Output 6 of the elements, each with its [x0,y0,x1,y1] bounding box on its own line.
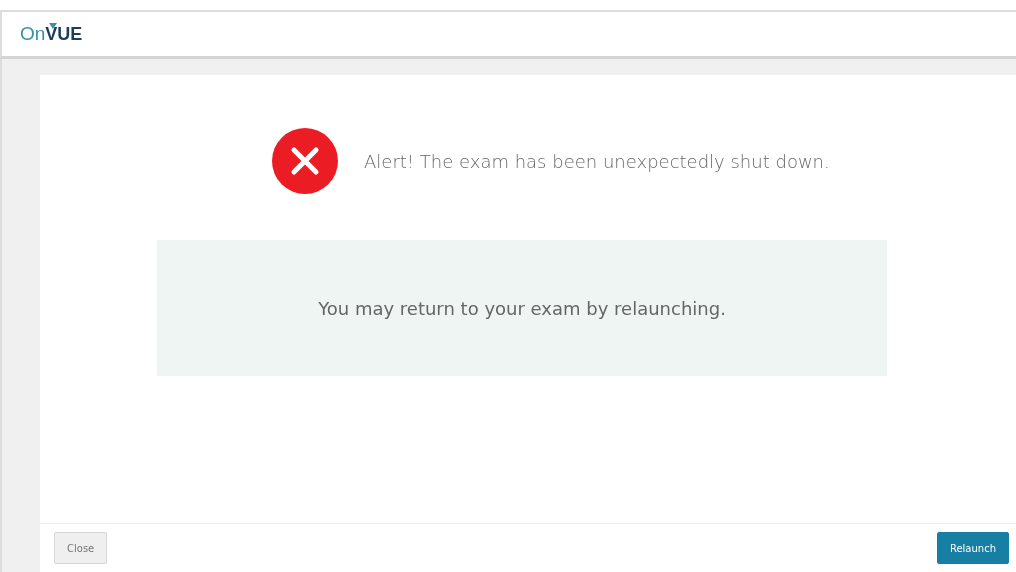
alert-message: Alert! The exam has been unexpectedly shut down. [364,150,830,172]
error-icon [272,128,338,194]
close-button[interactable]: Close [54,532,108,564]
info-message: You may return to your exam by relaunching. [318,297,726,319]
logo: OnVUE [20,23,83,45]
relaunch-button[interactable]: Relaunch [936,532,1009,564]
